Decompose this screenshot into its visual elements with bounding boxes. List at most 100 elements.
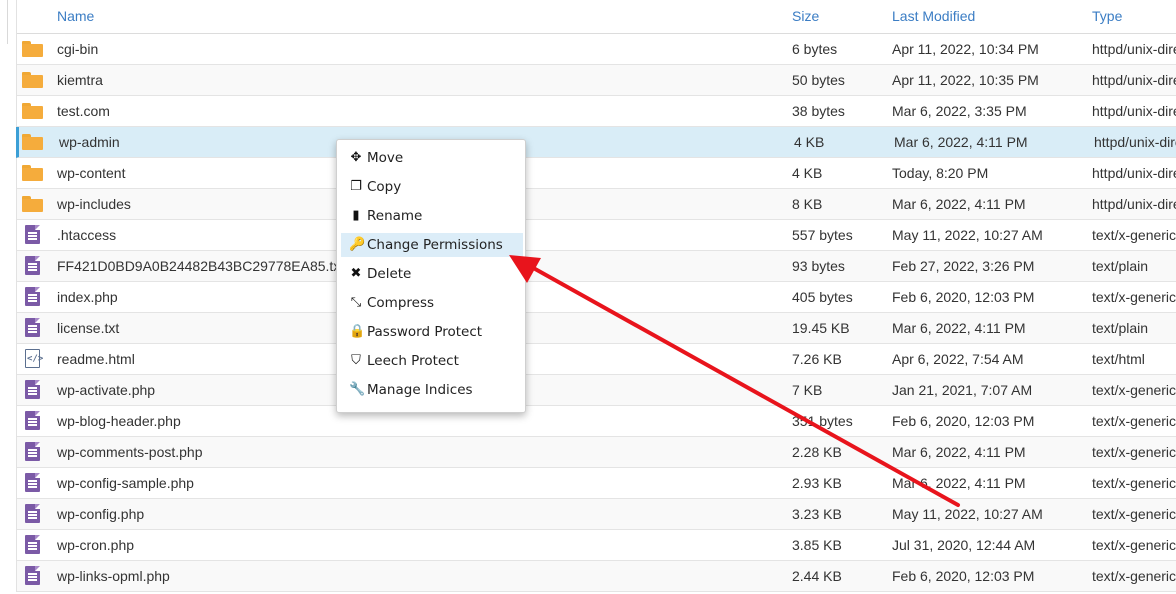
file-last-modified: Mar 6, 2022, 4:11 PM <box>892 444 1026 460</box>
text-file-icon <box>22 318 44 338</box>
menu-item-label: Password Protect <box>367 324 483 340</box>
menu-item-manage-indices[interactable]: 🔧 Manage Indices <box>341 378 523 402</box>
wrench-icon: 🔧 <box>349 382 366 397</box>
table-row[interactable]: FF421D0BD9A0B24482B43BC29778EA85.txt 93 b… <box>17 251 1176 282</box>
file-type: text/x-generic <box>1092 568 1176 584</box>
table-row[interactable]: .htaccess 557 bytes May 11, 2022, 10:27 AM… <box>17 220 1176 251</box>
file-type: text/x-generic <box>1092 444 1176 460</box>
menu-item-move[interactable]: ✥ Move <box>341 146 523 170</box>
table-row[interactable]: wp-admin 4 KB Mar 6, 2022, 4:11 PM httpd/un… <box>16 127 1176 158</box>
file-name[interactable]: wp-content <box>57 165 125 181</box>
file-size: 4 KB <box>792 165 823 181</box>
folder-icon <box>22 194 44 214</box>
file-size: 7.26 KB <box>792 351 842 367</box>
file-last-modified: Apr 11, 2022, 10:34 PM <box>892 41 1039 57</box>
table-row[interactable]: </> readme.html 7.26 KB Apr 6, 2022, 7:54 A… <box>17 344 1176 375</box>
file-last-modified: Mar 6, 2022, 3:35 PM <box>892 103 1027 119</box>
file-type: httpd/unix-directory <box>1092 72 1176 88</box>
file-last-modified: Jan 21, 2021, 7:07 AM <box>892 382 1033 398</box>
file-name[interactable]: .htaccess <box>57 227 116 243</box>
menu-item-label: Leech Protect <box>367 353 459 369</box>
file-type: httpd/unix-directory <box>1092 41 1176 57</box>
file-name[interactable]: readme.html <box>57 351 135 367</box>
left-panel-edge <box>0 0 8 594</box>
file-size: 3.85 KB <box>792 537 842 553</box>
menu-item-label: Compress <box>367 295 435 311</box>
table-row[interactable]: wp-cron.php 3.85 KB Jul 31, 2020, 12:44 AM… <box>17 530 1176 561</box>
html-file-icon: </> <box>22 349 44 369</box>
table-body: cgi-bin 6 bytes Apr 11, 2022, 10:34 PM http… <box>16 34 1176 592</box>
file-last-modified: Mar 6, 2022, 4:11 PM <box>892 475 1026 491</box>
file-last-modified: Today, 8:20 PM <box>892 165 989 181</box>
table-row[interactable]: wp-activate.php 7 KB Jan 21, 2021, 7:07 AM… <box>17 375 1176 406</box>
file-size: 19.45 KB <box>792 320 850 336</box>
text-file-icon <box>22 380 44 400</box>
menu-item-delete[interactable]: ✖ Delete <box>341 262 523 286</box>
file-name[interactable]: wp-config-sample.php <box>57 475 194 491</box>
file-size: 38 bytes <box>792 103 845 119</box>
table-row[interactable]: wp-content 4 KB Today, 8:20 PM httpd/unix-d… <box>17 158 1176 189</box>
table-row[interactable]: test.com 38 bytes Mar 6, 2022, 3:35 PM http… <box>17 96 1176 127</box>
text-file-icon <box>22 225 44 245</box>
file-last-modified: May 11, 2022, 10:27 AM <box>892 227 1043 243</box>
file-type: text/x-generic <box>1092 537 1176 553</box>
column-header-type[interactable]: Type <box>1092 8 1122 24</box>
table-row[interactable]: cgi-bin 6 bytes Apr 11, 2022, 10:34 PM http… <box>17 34 1176 65</box>
folder-icon <box>22 39 44 59</box>
menu-item-rename[interactable]: ▮ Rename <box>341 204 523 228</box>
text-file-icon <box>22 256 44 276</box>
table-row[interactable]: wp-includes 8 KB Mar 6, 2022, 4:11 PM httpd… <box>17 189 1176 220</box>
file-name[interactable]: wp-blog-header.php <box>57 413 181 429</box>
menu-item-compress[interactable]: ⤡ Compress <box>341 291 523 315</box>
file-last-modified: Feb 6, 2020, 12:03 PM <box>892 568 1035 584</box>
table-row[interactable]: license.txt 19.45 KB Mar 6, 2022, 4:11 PM t… <box>17 313 1176 344</box>
file-name[interactable]: wp-links-opml.php <box>57 568 170 584</box>
lock-icon: 🔒 <box>349 324 366 339</box>
file-name[interactable]: wp-admin <box>59 134 120 150</box>
move-arrows-icon: ✥ <box>350 150 362 165</box>
menu-item-copy[interactable]: ❐ Copy <box>341 175 523 199</box>
text-file-icon <box>22 287 44 307</box>
file-last-modified: Mar 6, 2022, 4:11 PM <box>892 196 1026 212</box>
file-last-modified: Apr 11, 2022, 10:35 PM <box>892 72 1039 88</box>
column-header-name[interactable]: Name <box>57 8 94 24</box>
file-type: httpd/unix-directory <box>1092 196 1176 212</box>
file-name[interactable]: FF421D0BD9A0B24482B43BC29778EA85.txt <box>57 258 344 274</box>
key-icon: 🔑 <box>349 237 366 252</box>
text-file-icon <box>22 504 44 524</box>
table-row[interactable]: wp-config-sample.php 2.93 KB Mar 6, 2022, … <box>17 468 1176 499</box>
file-size: 7 KB <box>792 382 823 398</box>
menu-item-leech-protect[interactable]: ⛉ Leech Protect <box>341 349 523 373</box>
file-type: httpd/unix-directory <box>1092 165 1176 181</box>
file-last-modified: Mar 6, 2022, 4:11 PM <box>892 320 1026 336</box>
file-name[interactable]: wp-activate.php <box>57 382 155 398</box>
file-name[interactable]: test.com <box>57 103 110 119</box>
table-row[interactable]: wp-comments-post.php 2.28 KB Mar 6, 2022, … <box>17 437 1176 468</box>
file-name[interactable]: index.php <box>57 289 118 305</box>
file-name[interactable]: wp-config.php <box>57 506 144 522</box>
menu-item-label: Manage Indices <box>367 382 473 398</box>
text-file-icon <box>22 566 44 586</box>
table-row[interactable]: wp-blog-header.php 351 bytes Feb 6, 2020, … <box>17 406 1176 437</box>
folder-icon <box>22 101 44 121</box>
file-name[interactable]: cgi-bin <box>57 41 98 57</box>
file-size: 6 bytes <box>792 41 838 57</box>
file-name[interactable]: wp-comments-post.php <box>57 444 203 460</box>
shield-icon: ⛉ <box>351 353 361 368</box>
file-name[interactable]: wp-cron.php <box>57 537 134 553</box>
table-row[interactable]: kiemtra 50 bytes Apr 11, 2022, 10:35 PM htt… <box>17 65 1176 96</box>
file-name[interactable]: wp-includes <box>57 196 131 212</box>
file-type: httpd/unix-directory <box>1092 103 1176 119</box>
file-size: 50 bytes <box>792 72 845 88</box>
table-row[interactable]: wp-config.php 3.23 KB May 11, 2022, 10:27 … <box>17 499 1176 530</box>
file-size: 2.44 KB <box>792 568 842 584</box>
table-row[interactable]: index.php 405 bytes Feb 6, 2020, 12:03 PM t… <box>17 282 1176 313</box>
file-name[interactable]: license.txt <box>57 320 119 336</box>
menu-item-change-permissions[interactable]: 🔑 Change Permissions <box>341 233 523 257</box>
file-name[interactable]: kiemtra <box>57 72 103 88</box>
column-header-size[interactable]: Size <box>792 8 819 24</box>
column-header-last-modified[interactable]: Last Modified <box>892 8 975 24</box>
table-row[interactable]: wp-links-opml.php 2.44 KB Feb 6, 2020, 12:… <box>17 561 1176 592</box>
menu-item-password-protect[interactable]: 🔒 Password Protect <box>341 320 523 344</box>
file-last-modified: Feb 6, 2020, 12:03 PM <box>892 289 1035 305</box>
